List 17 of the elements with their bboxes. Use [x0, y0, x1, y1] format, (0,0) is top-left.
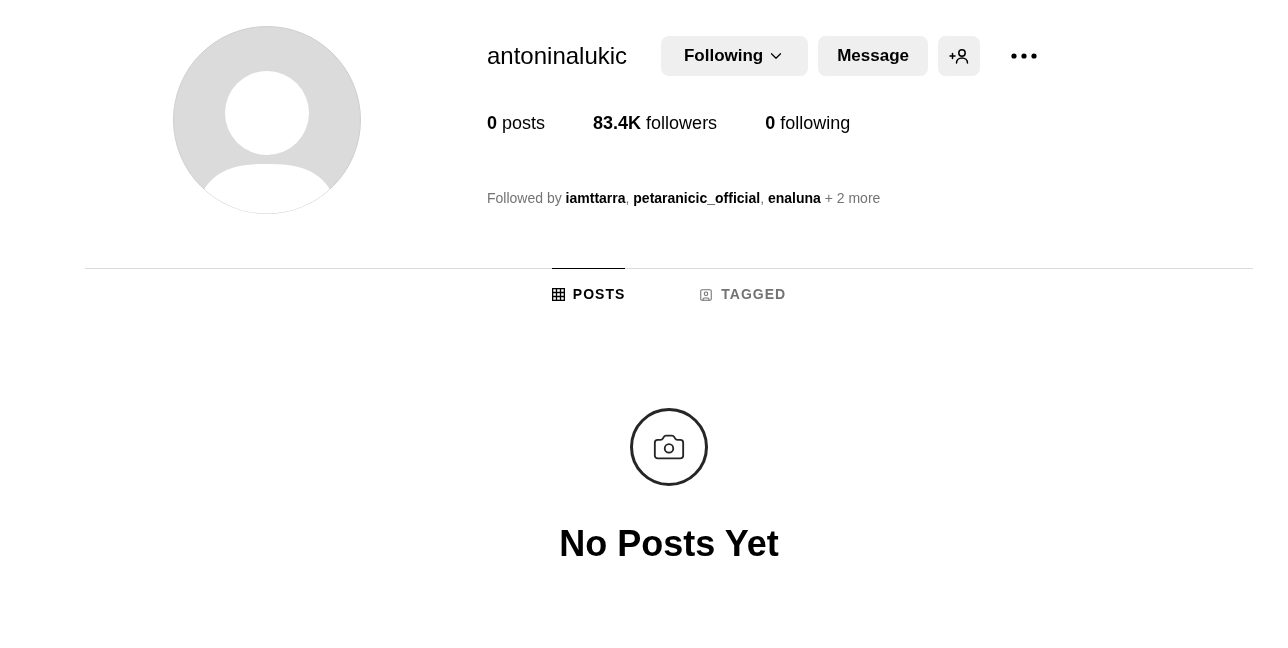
add-person-button[interactable]: [938, 36, 981, 76]
grid-icon: [551, 288, 565, 301]
camera-icon: [630, 408, 708, 486]
profile-stat[interactable]: 0 posts: [487, 114, 546, 132]
more-dots-icon: [1011, 53, 1038, 59]
profile-stat[interactable]: 83.4K followers: [593, 114, 718, 132]
followed-by-text: Followed by iamttarra, petaranicic_official, enaluna + 2 more: [487, 191, 881, 205]
add-person-icon: [949, 48, 970, 64]
avatar-silhouette-icon: [173, 26, 361, 214]
profile-tab[interactable]: POSTS: [551, 268, 626, 320]
following-dropdown[interactable]: Following: [661, 36, 809, 76]
username: antoninalukic: [487, 44, 628, 68]
message-button[interactable]: Message: [818, 36, 929, 76]
profile-tab[interactable]: TAGGED: [699, 268, 787, 320]
profile-stat[interactable]: 0 following: [765, 114, 851, 132]
tagged-user-icon: [699, 287, 714, 302]
empty-state-title: No Posts Yet: [559, 526, 779, 562]
